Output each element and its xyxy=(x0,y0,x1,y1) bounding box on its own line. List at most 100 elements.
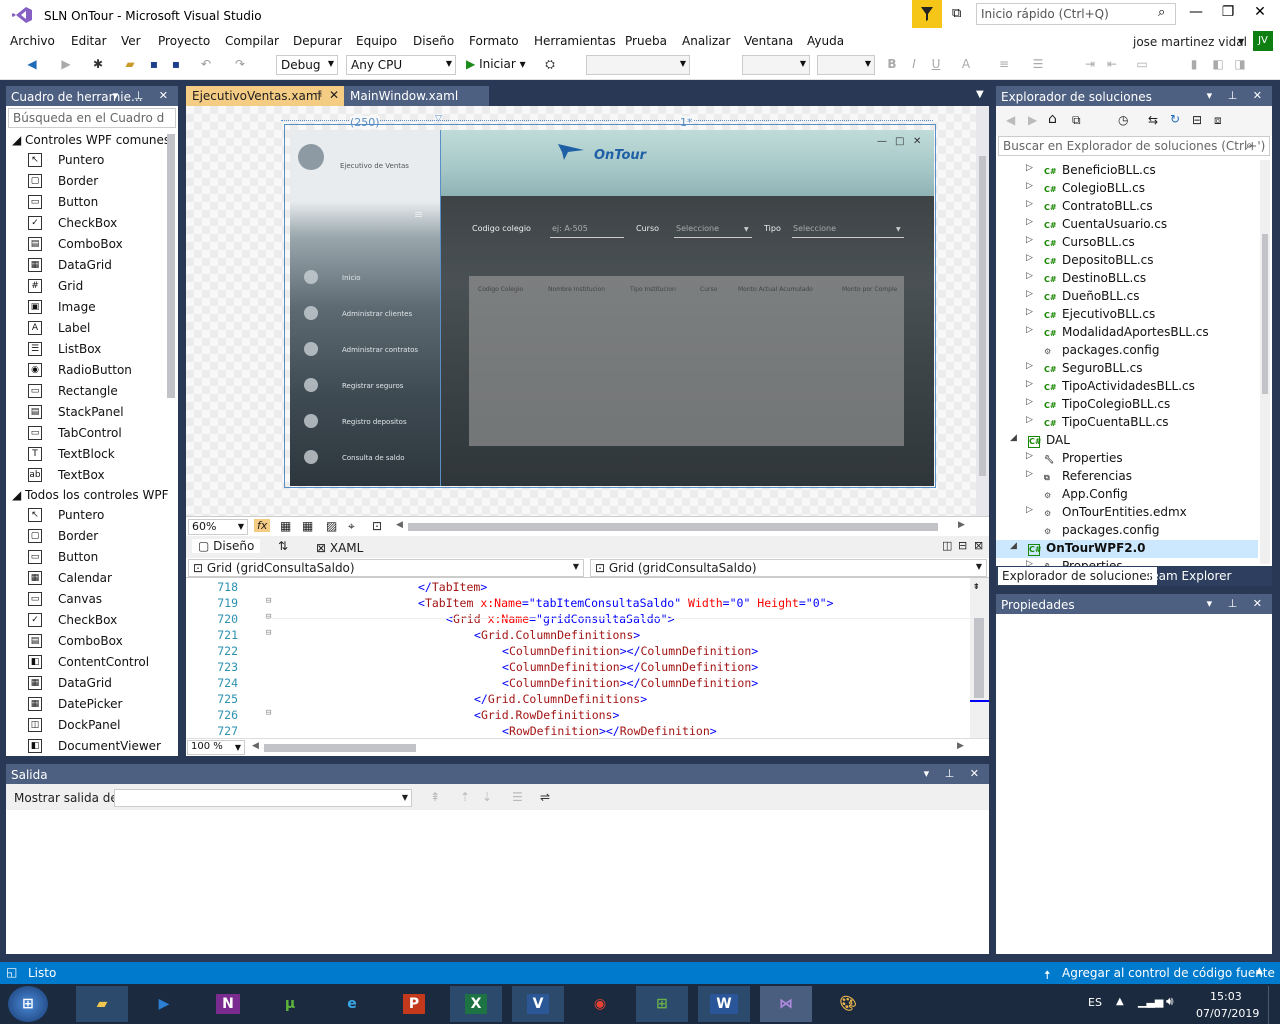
find-message-icon[interactable]: ⇞ xyxy=(430,790,440,804)
code-line[interactable]: <RowDefinition></RowDefinition> xyxy=(502,724,717,738)
chevron-up-icon[interactable]: ▲ xyxy=(1256,966,1263,976)
codigo-colegio-input[interactable]: ej: A-505 xyxy=(552,224,588,233)
toolbox-item-datagrid[interactable]: ▦ DataGrid xyxy=(28,257,168,278)
grid-column-header[interactable]: Curso xyxy=(700,286,717,293)
quick-launch-input[interactable]: Inicio rápido (Ctrl+Q) xyxy=(976,3,1176,25)
solution-item[interactable]: ▷ 🔧︎ Properties xyxy=(996,450,1258,468)
expand-icon[interactable]: ▷ xyxy=(1026,325,1033,335)
toolbox-group-common[interactable]: ◢ Controles WPF comunes xyxy=(12,133,170,147)
solution-item[interactable]: ▷ C# DestinoBLL.cs xyxy=(996,270,1258,288)
collapse-region-icon[interactable]: ⊟ xyxy=(266,628,271,638)
grid-column-header[interactable]: Tipo Institucion xyxy=(630,286,676,293)
font-color-icon[interactable]: A xyxy=(958,57,974,73)
paint-icon[interactable]: 🎨︎ xyxy=(822,986,874,1022)
open-folder-icon[interactable]: ▰ xyxy=(122,57,138,73)
collapse-all-icon[interactable]: ⊟ xyxy=(1192,113,1202,127)
toolbox-item-image[interactable]: ▣ Image xyxy=(28,299,168,320)
bookmark-icon[interactable]: ▮ xyxy=(1186,57,1202,73)
clock-date[interactable]: 07/07/2019 xyxy=(1196,1007,1259,1020)
word-wrap-icon[interactable]: ⇌ xyxy=(540,790,550,804)
tipo-select[interactable]: Seleccione xyxy=(793,224,836,233)
app-maximize-icon[interactable]: □ xyxy=(895,136,904,147)
zoom-select[interactable]: 60% ▼ xyxy=(188,519,248,535)
code-line[interactable]: <ColumnDefinition></ColumnDefinition> xyxy=(502,660,758,674)
expand-icon[interactable]: ▷ xyxy=(1026,469,1033,479)
toolbox-item-border[interactable]: ▢ Border xyxy=(28,173,168,194)
avatar[interactable]: JV xyxy=(1253,31,1273,51)
toolbox-item-button[interactable]: ▭ Button xyxy=(28,549,168,570)
menu-editar[interactable]: Editar xyxy=(71,34,107,48)
grid-column-header[interactable]: Monto Actual Acumulado xyxy=(738,286,813,293)
toolbox-item-button[interactable]: ▭ Button xyxy=(28,194,168,215)
powerpoint-icon[interactable]: P xyxy=(388,986,440,1022)
panel-pin-icons[interactable]: ▾ ⊥ ✕ xyxy=(1207,89,1268,102)
font-size-select[interactable]: ▼ xyxy=(817,55,875,75)
designer-hscroll[interactable] xyxy=(408,523,938,531)
expand-icon[interactable]: ▷ xyxy=(1026,217,1033,227)
forward-icon[interactable]: ▶ xyxy=(1028,113,1037,127)
toolbox-item-radiobutton[interactable]: ◉ RadioButton xyxy=(28,362,168,383)
toolbox-item-documentviewer[interactable]: ◧ DocumentViewer xyxy=(28,738,168,759)
code-line[interactable]: <TabItem x:Name="tabItemConsultaSaldo" W… xyxy=(418,596,833,610)
expand-icon[interactable]: ▷ xyxy=(1026,181,1033,191)
expand-icon[interactable]: ▷ xyxy=(1026,199,1033,209)
expand-icon[interactable]: ▷ xyxy=(1026,505,1033,515)
menu-formato[interactable]: Formato xyxy=(469,34,519,48)
code-line[interactable]: <Grid.ColumnDefinitions> xyxy=(474,628,640,642)
project-code-icon[interactable]: ⊡ xyxy=(372,519,382,533)
design-view-tab[interactable]: ▢ Diseño xyxy=(192,539,261,553)
app-close-icon[interactable]: ✕ xyxy=(913,136,921,147)
menu-depurar[interactable]: Depurar xyxy=(293,34,342,48)
tab-overflow-icon[interactable]: ▼ xyxy=(976,89,984,100)
toolbox-item-puntero[interactable]: ↖ Puntero xyxy=(28,507,168,528)
solution-item[interactable]: ▷ C# ColegioBLL.cs xyxy=(996,180,1258,198)
start-orb-icon[interactable]: ⊞ xyxy=(8,986,48,1022)
solution-item[interactable]: ▷ ⧉ Referencias xyxy=(996,468,1258,486)
tab-ejecutivo-ventas[interactable]: EjecutivoVentas.xaml ⊣ ✕ xyxy=(186,86,344,106)
toolbox-item-calendar[interactable]: ▦ Calendar xyxy=(28,570,168,591)
toolbox-item-stackpanel[interactable]: ▤ StackPanel xyxy=(28,404,168,425)
menu-analizar[interactable]: Analizar xyxy=(682,34,730,48)
collapse-region-icon[interactable]: ⊟ xyxy=(266,612,271,622)
tab-main-window[interactable]: MainWindow.xaml xyxy=(344,86,489,106)
clock-time[interactable]: 15:03 xyxy=(1210,990,1242,1003)
code-line[interactable]: <ColumnDefinition></ColumnDefinition> xyxy=(502,676,758,690)
solution-item[interactable]: ⚙ App.Config xyxy=(996,486,1258,504)
saldo-datagrid[interactable]: Codigo Colegio Nombre Institucion Tipo I… xyxy=(469,276,904,446)
indent-icon[interactable]: ⇥ xyxy=(1082,57,1098,73)
menu-compilar[interactable]: Compilar xyxy=(225,34,279,48)
prev-message-icon[interactable]: ⇡ xyxy=(460,790,470,804)
solution-item[interactable]: ▷ C# CuentaUsuario.cs xyxy=(996,216,1258,234)
curso-select[interactable]: Seleccione xyxy=(676,224,719,233)
toolbox-item-puntero[interactable]: ↖ Puntero xyxy=(28,152,168,173)
menu-equipo[interactable]: Equipo xyxy=(356,34,397,48)
solution-item[interactable]: ⚙ packages.config xyxy=(996,342,1258,360)
output-source-select[interactable]: ▼ xyxy=(114,789,412,807)
code-vscroll[interactable] xyxy=(970,578,989,738)
panel-pin-icons[interactable]: ▾ ⊥ ✕ xyxy=(1207,597,1268,610)
save-icon[interactable]: ▪ xyxy=(146,57,162,73)
comment-icon[interactable]: ▭ xyxy=(1134,57,1150,73)
split-vertical-icon[interactable]: ◫ xyxy=(942,539,952,552)
language-indicator[interactable]: ES xyxy=(1088,996,1102,1009)
expand-icon[interactable]: ▷ xyxy=(1026,253,1033,263)
code-line[interactable]: <Grid x:Name="gridConsultaSaldo"> xyxy=(446,612,675,626)
internet-explorer-icon[interactable]: e xyxy=(326,986,378,1022)
nav-item[interactable]: Administrar clientes xyxy=(342,310,412,318)
expand-icon[interactable]: ▷ xyxy=(1026,289,1033,299)
scroll-right-icon[interactable]: ▶ xyxy=(958,520,965,530)
solution-item[interactable]: ▷ C# TipoActividadesBLL.cs xyxy=(996,378,1258,396)
refresh-icon[interactable]: ↻ xyxy=(1170,112,1180,126)
align-icon[interactable]: ≡ xyxy=(996,57,1012,73)
new-project-icon[interactable]: ✱ xyxy=(90,57,106,73)
bold-icon[interactable]: B xyxy=(884,57,900,73)
code-hscroll[interactable] xyxy=(264,744,416,752)
solution-item[interactable]: ▷ C# EjecutivoBLL.cs xyxy=(996,306,1258,324)
menu-herramientas[interactable]: Herramientas xyxy=(534,34,616,48)
chevron-down-icon[interactable]: ▼ xyxy=(1238,37,1244,46)
target-select[interactable]: ▼ xyxy=(586,55,690,75)
back-icon[interactable]: ◀ xyxy=(1006,113,1015,127)
media-player-icon[interactable]: ▶ xyxy=(138,986,190,1022)
collapse-region-icon[interactable]: ⊟ xyxy=(266,708,271,718)
scroll-left-icon[interactable]: ◀ xyxy=(396,520,403,530)
